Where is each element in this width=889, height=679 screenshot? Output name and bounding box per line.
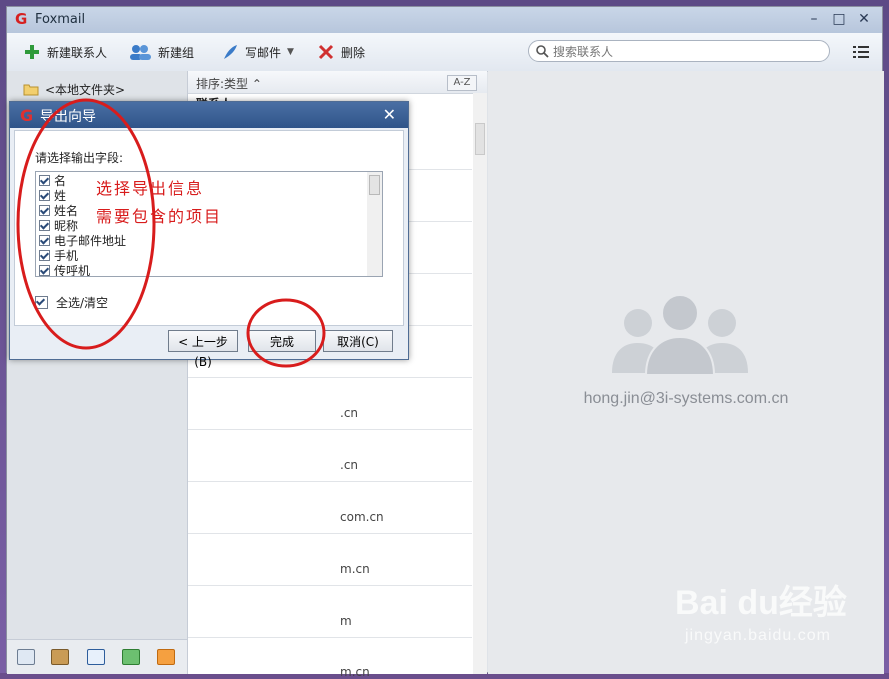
desktop-background: G Foxmail – □ ✕ 新建联系人 新建组 写邮件 ▼ 删除 搜索联系人… [0,0,889,679]
field-item[interactable]: 姓名 [39,203,78,218]
contacts-placeholder-icon [612,294,748,375]
search-box[interactable] [528,40,830,62]
toolbar: 新建联系人 新建组 写邮件 ▼ 删除 [7,33,882,72]
field-checkbox[interactable] [39,220,50,231]
menu-icon[interactable] [853,45,869,59]
annotation-text: 选择导出信息 需要包含的项目 [96,175,222,231]
dialog-title: 导出向导 [40,109,96,125]
rss-module-icon[interactable] [157,649,175,665]
field-item[interactable]: 电子邮件地址 [39,233,126,248]
local-folder-label: <本地文件夹> [45,83,126,97]
list-scroll-thumb[interactable] [475,123,485,155]
field-prompt: 请选择输出字段: [35,151,124,165]
foxmail-logo-icon: G [15,10,28,28]
select-all-label: 全选/清空 [56,296,109,310]
mail-module-icon[interactable] [17,649,35,665]
write-mail-label: 写邮件 [245,45,282,60]
field-checkbox[interactable] [39,265,50,276]
new-group-label: 新建组 [158,45,195,60]
list-scrollbar[interactable] [473,93,487,674]
chevron-down-icon[interactable]: ▼ [287,47,294,57]
add-contact-icon [25,45,39,59]
field-list-scrollbar[interactable] [367,172,382,276]
watermark-url: jingyan.baidu.com [685,627,831,644]
field-checkbox[interactable] [39,235,50,246]
app-title: Foxmail [35,12,86,27]
foxmail-logo-icon: G [20,106,34,125]
contact-email: hong.jin@3i-systems.com.cn [583,390,789,407]
select-all-checkbox[interactable] [35,296,48,309]
field-item[interactable]: 姓 [39,188,66,203]
cancel-button[interactable]: 取消(C) [323,330,393,352]
search-input[interactable] [551,43,825,61]
title-bar: G Foxmail – □ ✕ [7,7,882,33]
finish-button[interactable]: 完成 [248,330,316,352]
contact-email-2[interactable]: .cn [340,458,358,472]
notes-module-icon[interactable] [122,649,140,665]
delete-label: 删除 [341,45,366,60]
select-all-toggle[interactable]: 全选/清空 [35,294,108,311]
dialog-title-bar: G 导出向导 ✕ [10,102,408,128]
az-sort-button[interactable]: A-Z [447,75,477,91]
new-group-button[interactable]: 新建组 [128,41,194,63]
contacts-module-icon[interactable] [51,649,69,665]
folder-icon [23,84,39,96]
field-checkbox[interactable] [39,190,50,201]
sort-bar: 排序:类型 ⌃ A-Z [188,71,487,94]
delete-icon [318,44,334,60]
annotation-line-2: 需要包含的项目 [96,207,223,226]
calendar-module-icon[interactable] [87,649,105,665]
field-list-scroll-thumb[interactable] [369,175,380,195]
local-folder-item[interactable]: <本地文件夹> [23,81,125,98]
contact-email-1[interactable]: .cn [340,406,358,420]
group-icon [130,45,151,60]
delete-button[interactable]: 删除 [317,41,365,63]
feather-pen-icon [224,45,237,59]
field-item[interactable]: 昵称 [39,218,78,233]
field-item[interactable]: 名 [39,173,66,188]
watermark-brand: Bai du经验 [675,584,847,622]
baidu-watermark: Bai du经验 jingyan.baidu.com [675,575,875,655]
sort-type-button[interactable]: 排序:类型 ⌃ [196,75,262,92]
dialog-close-button[interactable]: ✕ [383,105,396,124]
contact-email-3[interactable]: com.cn [340,510,384,524]
contact-email-5[interactable]: m [340,614,352,628]
module-switcher [7,639,187,674]
new-contact-button[interactable]: 新建联系人 [23,41,107,63]
annotation-line-1: 选择导出信息 [96,179,205,198]
maximize-button[interactable]: □ [829,10,849,28]
field-item[interactable]: 手机 [39,248,78,263]
minimize-button[interactable]: – [804,10,824,28]
close-button[interactable]: ✕ [854,10,874,28]
prev-step-button[interactable]: < 上一步(B) [168,330,238,369]
search-icon [536,45,549,58]
field-item[interactable]: 传呼机 [39,263,90,276]
field-checkbox[interactable] [39,175,50,186]
field-checkbox[interactable] [39,205,50,216]
contact-email-4[interactable]: m.cn [340,562,370,576]
contact-email-6[interactable]: m.cn [340,665,370,679]
field-checkbox[interactable] [39,250,50,261]
write-mail-button[interactable]: 写邮件 ▼ [221,41,294,63]
new-contact-label: 新建联系人 [47,45,108,60]
